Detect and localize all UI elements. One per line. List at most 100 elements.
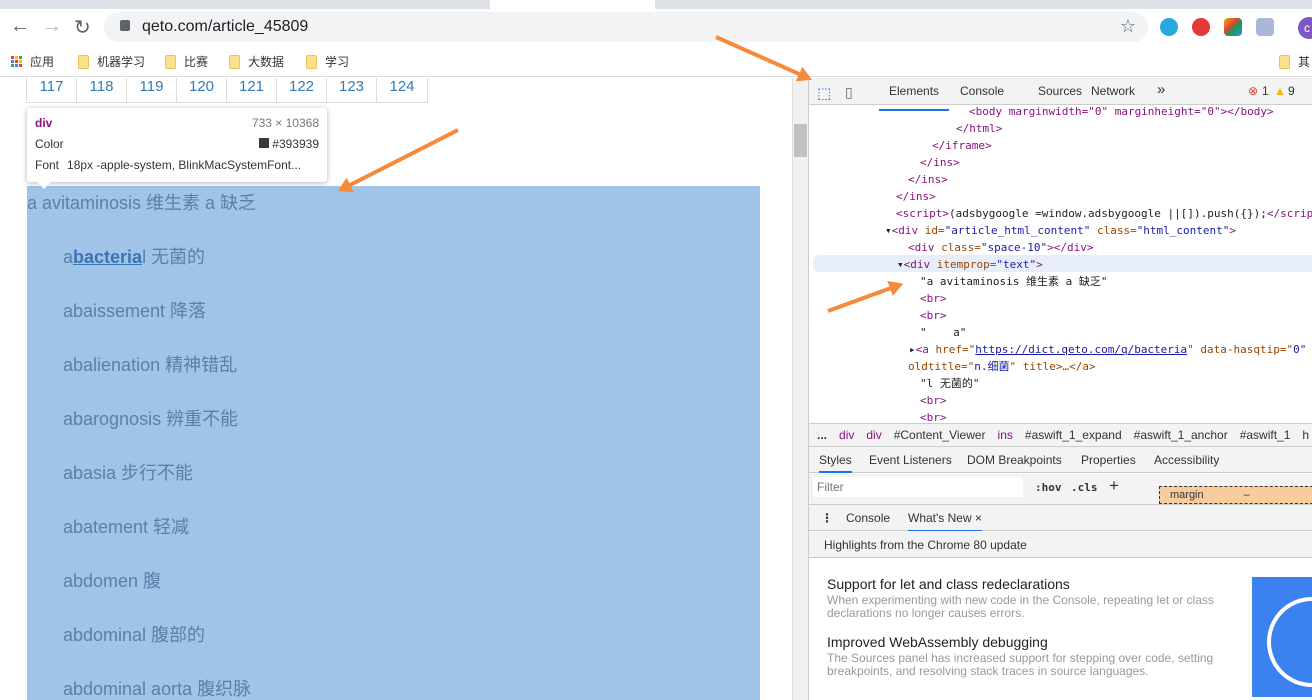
tab-properties[interactable]: Properties (1081, 453, 1136, 467)
breadcrumb-item[interactable]: h (1302, 428, 1309, 442)
breadcrumb-item[interactable]: #aswift_1_expand (1025, 428, 1122, 442)
dom-text-node[interactable]: " a" (920, 324, 966, 341)
entry-text: abasia 步行不能 (63, 463, 194, 483)
box-model-margin: margin – (1159, 486, 1312, 504)
warning-count[interactable]: 9 (1288, 84, 1295, 98)
breadcrumb-item[interactable]: div (839, 428, 854, 442)
warning-icon[interactable]: ▲ (1274, 84, 1286, 98)
hov-button[interactable]: :hov (1035, 481, 1062, 494)
tab-accessibility[interactable]: Accessibility (1154, 453, 1219, 467)
tab-sources[interactable]: Sources (1038, 84, 1082, 98)
dom-node[interactable]: <br> (920, 307, 947, 324)
dom-node[interactable]: <script>(adsbygoogle =window.adsbygoogle… (896, 205, 1312, 222)
tab-network[interactable]: Network (1091, 84, 1135, 98)
margin-label: margin (1170, 489, 1204, 501)
dom-node[interactable]: oldtitle="n.细菌" title>…</a> (908, 358, 1096, 375)
device-toggle-icon[interactable]: ▯ (845, 84, 853, 101)
error-icon[interactable]: ⊗ (1248, 84, 1258, 98)
bookmark-folder[interactable]: 学习 (306, 53, 349, 70)
folder-icon (1279, 54, 1290, 69)
extension-icon[interactable] (1256, 18, 1274, 36)
dom-node[interactable]: ▸<a href="https://dict.qeto.com/q/bacter… (909, 341, 1306, 358)
expand-triangle-icon[interactable]: ▾ (897, 258, 904, 271)
page-link[interactable]: 117 (27, 78, 77, 102)
bookmark-folder[interactable]: 其 (1279, 53, 1310, 70)
code-token: " title>…</a> (1009, 360, 1096, 373)
bookmark-folder[interactable]: 机器学习 (78, 53, 145, 70)
entry-text: abdominal aorta 腹织脉 (63, 679, 252, 699)
page-scrollbar[interactable] (792, 78, 808, 700)
address-bar[interactable]: qeto.com/article_45809 ☆ (104, 12, 1148, 42)
breadcrumb-item[interactable]: ins (998, 428, 1013, 442)
dom-node[interactable]: <br> (920, 392, 947, 409)
page-link[interactable]: 119 (127, 78, 177, 102)
active-tab[interactable] (490, 0, 655, 9)
avatar[interactable]: c (1298, 17, 1312, 39)
bookmark-label: 应用 (30, 55, 55, 69)
drawer-tab-console[interactable]: Console (846, 511, 890, 525)
tab-console[interactable]: Console (960, 84, 1004, 98)
dom-node[interactable]: <br> (920, 290, 947, 307)
forward-icon[interactable]: → (42, 15, 62, 38)
extension-bolt-icon[interactable] (1224, 18, 1242, 36)
dom-node-selected[interactable]: ▾<div itemprop="text"> (897, 256, 1043, 273)
folder-icon (229, 54, 240, 69)
page-link[interactable]: 121 (227, 78, 277, 102)
bookmark-apps[interactable]: 应用 (11, 53, 54, 70)
extension-edge-icon[interactable] (1160, 18, 1178, 36)
tab-dom-breakpoints[interactable]: DOM Breakpoints (967, 453, 1062, 467)
dom-node[interactable]: </html> (956, 120, 1002, 137)
styles-filter-input[interactable] (813, 477, 1023, 497)
dom-node[interactable]: </ins> (908, 171, 948, 188)
breadcrumb-item[interactable]: div (866, 428, 881, 442)
code-token: <script> (896, 207, 949, 220)
breadcrumb-item[interactable]: #aswift_1_anchor (1134, 428, 1228, 442)
dom-node[interactable]: ▾<div id="article_html_content" class="h… (885, 222, 1236, 239)
tab-styles[interactable]: Styles (819, 453, 852, 473)
expand-triangle-icon[interactable]: ▸ (909, 343, 916, 356)
page-content: 117 118 119 120 121 122 123 124 div 733 × 10368 … (0, 78, 792, 700)
dom-node[interactable]: <br> (920, 409, 947, 423)
page-link[interactable]: 120 (177, 78, 227, 102)
back-icon[interactable]: ← (10, 15, 30, 38)
code-token: <div (891, 224, 925, 237)
drawer-tab-whats-new[interactable]: What's New × (908, 511, 982, 532)
bookmark-folder[interactable]: 大数据 (229, 53, 284, 70)
code-token: "article_html_content" (944, 224, 1091, 237)
dom-node[interactable]: </iframe> (932, 137, 992, 154)
reload-icon[interactable]: ↻ (74, 15, 91, 40)
tab-event-listeners[interactable]: Event Listeners (869, 453, 952, 467)
dom-node[interactable]: </ins> (896, 188, 936, 205)
error-count[interactable]: 1 (1262, 84, 1269, 98)
extension-sync-icon[interactable] (1192, 18, 1210, 36)
dom-node[interactable]: <div class="space-10"></div> (908, 239, 1093, 256)
devtools-tabbar: ⬚ ▯ Elements Console Sources Network » ⊗… (809, 78, 1312, 111)
expand-triangle-icon[interactable]: ▾ (885, 224, 892, 237)
page-link[interactable]: 123 (327, 78, 377, 102)
code-token: id= (924, 224, 945, 237)
breadcrumb-item[interactable]: ... (817, 428, 827, 442)
news-item[interactable]: Improved WebAssembly debugging The Source… (827, 634, 1227, 678)
cls-button[interactable]: .cls (1071, 481, 1098, 494)
dom-text-node[interactable]: "l 无菌的" (920, 375, 980, 392)
breadcrumb-item[interactable]: #Content_Viewer (894, 428, 986, 442)
scrollbar-thumb[interactable] (794, 124, 807, 157)
more-tabs-icon[interactable]: » (1157, 81, 1165, 98)
page-link[interactable]: 124 (377, 78, 427, 102)
drawer-menu-icon[interactable]: ⋮ (821, 511, 833, 525)
dom-node[interactable]: <body marginwidth="0" marginheight="0"><… (969, 105, 1274, 120)
entry-link[interactable]: bacteria (73, 247, 142, 267)
star-icon[interactable]: ☆ (1120, 16, 1136, 37)
bookmark-folder[interactable]: 比赛 (165, 53, 208, 70)
news-item[interactable]: Support for let and class redeclarations… (827, 576, 1227, 620)
dom-text-node[interactable]: "a avitaminosis 维生素 a 缺乏" (920, 273, 1107, 290)
page-link[interactable]: 122 (277, 78, 327, 102)
new-rule-button[interactable]: + (1109, 476, 1119, 496)
inspect-element-icon[interactable]: ⬚ (817, 84, 831, 102)
close-icon[interactable]: × (975, 511, 982, 525)
breadcrumb-item[interactable]: #aswift_1 (1240, 428, 1291, 442)
page-link[interactable]: 118 (77, 78, 127, 102)
news-body: The Sources panel has increased support … (827, 651, 1214, 678)
dom-node[interactable]: </ins> (920, 154, 960, 171)
code-link[interactable]: https://dict.qeto.com/q/bacteria (975, 343, 1187, 356)
